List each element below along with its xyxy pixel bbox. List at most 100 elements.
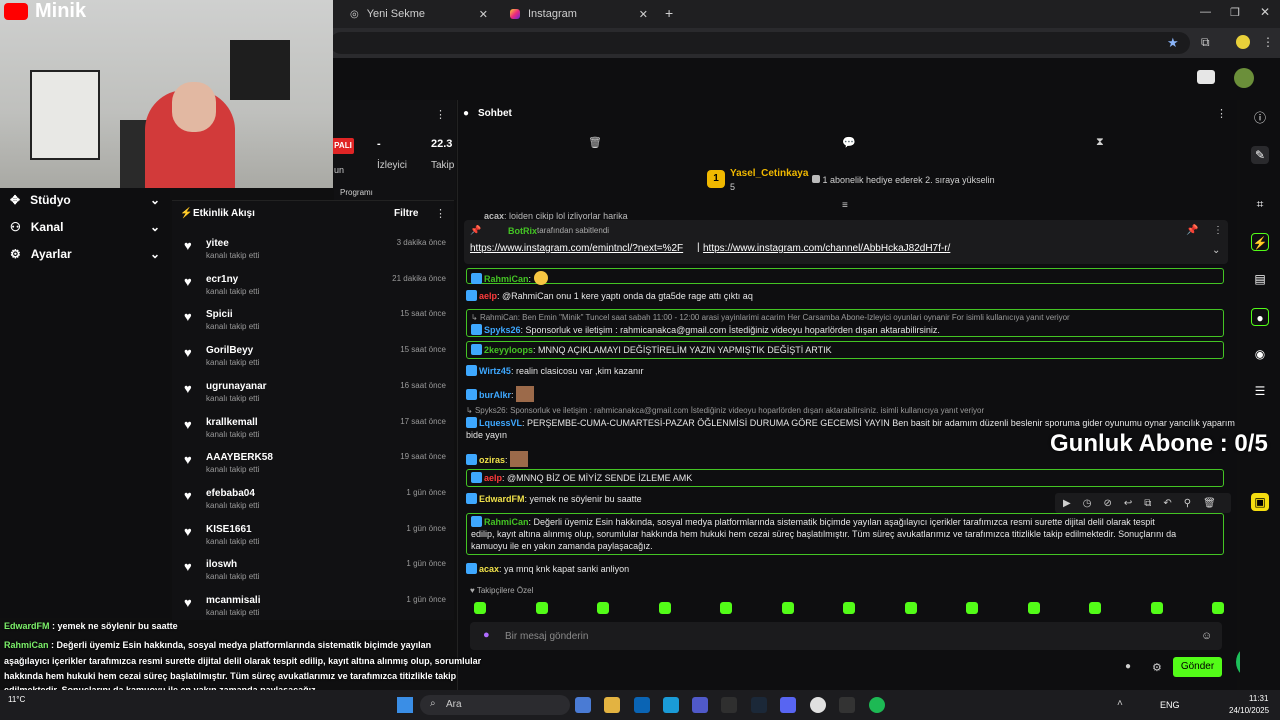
hourglass-icon[interactable]: ⧗ — [1096, 136, 1104, 149]
chat-message[interactable]: 2keyyloops: MNNQ AÇIKLAMAYI DEĞİŞTİRELİM… — [466, 341, 1224, 359]
chat-message[interactable]: Wirtz45: realin clasicosu var ,kim kazan… — [466, 365, 644, 377]
pinned-link-2[interactable]: https://www.instagram.com/channel/AbbHck… — [703, 243, 950, 254]
chat-message[interactable]: ↳ RahmiCan: Ben Emin "Minik" Tuncel saat… — [466, 309, 1224, 337]
emote-icon[interactable] — [904, 602, 917, 614]
close-tab-icon[interactable]: ✕ — [479, 8, 488, 21]
tray-up-icon[interactable]: ˄ — [1117, 698, 1123, 709]
steam-icon[interactable] — [751, 697, 767, 713]
play-icon[interactable]: ▶ — [1063, 498, 1071, 509]
info-icon[interactable]: ⓘ — [1251, 109, 1269, 127]
broadcast-icon[interactable]: ◉ — [1251, 345, 1269, 363]
emote-icon[interactable] — [1150, 602, 1163, 614]
follower-name[interactable]: Spicii — [206, 309, 233, 320]
activity-item[interactable]: ♥ Spicii kanalı takip etti 15 saat önce — [180, 309, 452, 343]
mic-icon[interactable]: ● — [483, 629, 490, 641]
emote-icon[interactable] — [597, 602, 609, 614]
emote-icon[interactable] — [720, 602, 732, 614]
taskview-icon[interactable] — [575, 697, 591, 713]
filter-button[interactable]: Filtre — [394, 208, 418, 219]
activity-menu-icon[interactable]: ⋮ — [435, 207, 446, 220]
chat-user[interactable]: aelp — [479, 291, 497, 301]
app-icon[interactable] — [721, 697, 737, 713]
pencil-icon[interactable]: ✎ — [1251, 146, 1269, 164]
emote-icon[interactable] — [535, 602, 548, 614]
nav-kanal[interactable]: ⚇ Kanal ⌄ — [10, 217, 160, 237]
emote-icon[interactable] — [966, 602, 978, 614]
delete-icon[interactable]: 🗑 — [1203, 498, 1216, 509]
follower-name[interactable]: AAAYBERK58 — [206, 452, 273, 463]
pinner-name[interactable]: BotRix — [508, 226, 537, 236]
taskbar-search[interactable] — [420, 695, 570, 715]
chat-bubble-icon[interactable]: ● — [1125, 661, 1131, 672]
clock-icon[interactable]: ◷ — [1083, 498, 1092, 509]
reply-icon[interactable]: ↩ — [1124, 498, 1132, 509]
pinned-link-1[interactable]: https://www.instagram.com/emintncl/?next… — [470, 243, 683, 254]
follower-name[interactable]: ugrunayanar — [206, 381, 267, 392]
activity-item[interactable]: ♥ yitee kanalı takip etti 3 dakika önce — [180, 238, 452, 272]
activity-item[interactable]: ♥ mcanmisali kanalı takip etti 1 gün önce — [180, 595, 452, 629]
emote-icon[interactable] — [843, 602, 855, 614]
close-tab-icon[interactable]: ✕ — [639, 8, 648, 21]
chat-menu-icon[interactable]: ⋮ — [1216, 107, 1227, 120]
follower-name[interactable]: yitee — [206, 238, 229, 249]
language-indicator[interactable]: ENG — [1160, 700, 1180, 710]
file-explorer-icon[interactable] — [604, 697, 620, 713]
chat-mode-icon[interactable]: 💬 — [842, 136, 856, 149]
follower-name[interactable]: iloswh — [206, 559, 237, 570]
maximize-icon[interactable]: ❐ — [1230, 6, 1240, 19]
list-icon[interactable]: ☰ — [1251, 382, 1269, 400]
activity-item[interactable]: ♥ AAAYBERK58 kanalı takip etti 19 saat önce — [180, 452, 452, 486]
trash-icon[interactable]: 🗑 — [588, 136, 602, 149]
tab-yeni-sekme[interactable]: ◎ Yeni Sekme ✕ — [340, 3, 498, 25]
chat-message[interactable]: oziras: — [466, 451, 529, 467]
discord-icon[interactable] — [780, 697, 796, 713]
activity-item[interactable]: ♥ krallkemall kanalı takip etti 17 saat önc… — [180, 417, 452, 451]
bookmark-star-icon[interactable]: ★ — [1167, 35, 1179, 51]
chat-rail-icon[interactable]: ● — [1251, 308, 1269, 326]
chat-message[interactable]: RahmiCan: Değerli üyemiz Esin hakkında, … — [466, 513, 1224, 555]
chat-user[interactable]: RahmiCan — [484, 517, 529, 527]
follower-name[interactable]: ecr1ny — [206, 274, 238, 285]
chat-user[interactable]: oziras — [479, 455, 505, 465]
minimize-icon[interactable]: — — [1200, 6, 1211, 18]
follower-name[interactable]: KISE1661 — [206, 524, 252, 535]
clapper-icon[interactable]: ▣ — [1251, 493, 1269, 511]
chevron-down-icon[interactable]: ⌄ — [1212, 245, 1220, 256]
pinned-menu-icon[interactable]: ⋮ — [1213, 225, 1223, 236]
document-icon[interactable]: ▤ — [1251, 270, 1269, 288]
chat-user[interactable]: Wirtz45 — [479, 366, 511, 376]
activity-item[interactable]: ♥ KISE1661 kanalı takip etti 1 gün önce — [180, 524, 452, 558]
chat-message[interactable]: burAlkr: — [466, 386, 535, 402]
follower-name[interactable]: mcanmisali — [206, 595, 260, 606]
profile-avatar[interactable] — [1236, 35, 1250, 49]
emoji-icon[interactable]: ☺ — [1201, 630, 1212, 642]
chat-message[interactable]: acax: ya mnq knk kapat sanki anliyon — [466, 563, 629, 575]
emote-icon[interactable] — [474, 602, 486, 614]
stats-menu-icon[interactable]: ⋮ — [435, 108, 446, 121]
chat-user[interactable]: LquessVL — [479, 418, 522, 428]
weather-temp[interactable]: 11°C — [8, 695, 25, 704]
send-button[interactable]: Gönder — [1173, 657, 1222, 677]
chat-message[interactable]: aelp: @RahmiCan onu 1 kere yaptı onda da… — [466, 290, 753, 302]
user-avatar[interactable] — [1234, 68, 1254, 88]
url-input[interactable] — [330, 32, 1190, 54]
windows-start-icon[interactable] — [397, 697, 413, 713]
chat-user[interactable]: Spyks26 — [484, 325, 521, 335]
nav-ayarlar[interactable]: ⚙ Ayarlar ⌄ — [10, 244, 160, 264]
follower-name[interactable]: krallkemall — [206, 417, 258, 428]
window-close-icon[interactable]: ✕ — [1260, 5, 1270, 19]
emote-icon[interactable] — [1027, 602, 1040, 614]
spotify-icon[interactable] — [869, 697, 885, 713]
emote-icon[interactable] — [1212, 602, 1224, 614]
activity-item[interactable]: ♥ GorilBeyy kanalı takip etti 15 saat önce — [180, 345, 452, 379]
clock-date[interactable]: 24/10/2025 — [1229, 706, 1269, 715]
follower-name[interactable]: GorilBeyy — [206, 345, 253, 356]
chat-user[interactable]: aelp — [484, 473, 502, 483]
emote-icon[interactable] — [658, 602, 671, 614]
chat-user[interactable]: RahmiCan — [484, 274, 529, 284]
collapse-icon[interactable]: ≡ — [842, 200, 848, 211]
activity-item[interactable]: ♥ ugrunayanar kanalı takip etti 16 saat önc… — [180, 381, 452, 415]
emote-icon[interactable] — [781, 602, 794, 614]
browser-menu-icon[interactable]: ⋮ — [1262, 35, 1274, 49]
top-gifter-name[interactable]: Yasel_Cetinkaya — [730, 168, 808, 179]
